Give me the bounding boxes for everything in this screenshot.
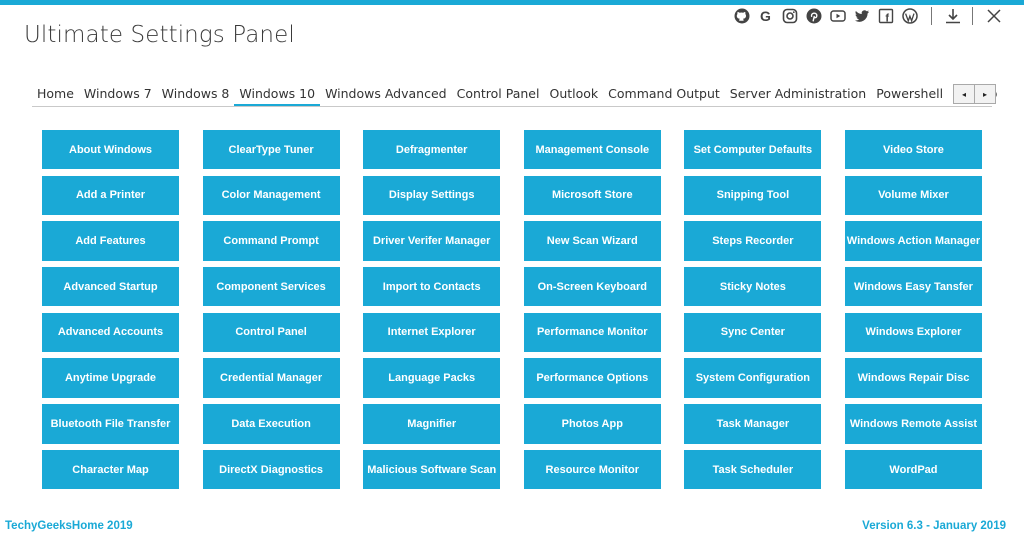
footer-version: Version 6.3 - January 2019 bbox=[862, 520, 1006, 532]
task-manager-button[interactable]: Task Manager bbox=[684, 404, 822, 444]
windows-action-manager-button[interactable]: Windows Action Manager bbox=[844, 221, 982, 261]
component-services-button[interactable]: Component Services bbox=[202, 267, 340, 307]
import-to-contacts-button[interactable]: Import to Contacts bbox=[363, 267, 501, 307]
settings-button-grid: About Windows ClearType Tuner Defragmenter… bbox=[42, 130, 982, 490]
footer-brand: TechyGeeksHome 2019 bbox=[5, 520, 133, 532]
new-scan-wizard-button[interactable]: New Scan Wizard bbox=[523, 221, 661, 261]
tab-scroll-right-button[interactable]: ▸ bbox=[974, 84, 996, 104]
credential-manager-button[interactable]: Credential Manager bbox=[202, 358, 340, 398]
microsoft-store-button[interactable]: Microsoft Store bbox=[523, 175, 661, 216]
toolbar-divider bbox=[972, 7, 973, 25]
language-packs-button[interactable]: Language Packs bbox=[363, 358, 501, 398]
tab-underline-divider bbox=[32, 106, 992, 107]
display-settings-button[interactable]: Display Settings bbox=[363, 175, 501, 216]
app-title: Ultimate Settings Panel bbox=[24, 22, 295, 48]
tab-server-administration[interactable]: Server Administration bbox=[725, 86, 871, 106]
control-panel-button[interactable]: Control Panel bbox=[202, 312, 340, 353]
driver-verifer-manager-button[interactable]: Driver Verifer Manager bbox=[363, 221, 501, 261]
bluetooth-file-transfer-button[interactable]: Bluetooth File Transfer bbox=[42, 404, 179, 444]
data-execution-button[interactable]: Data Execution bbox=[202, 404, 340, 444]
performance-options-button[interactable]: Performance Options bbox=[523, 358, 661, 398]
windows-remote-assist-button[interactable]: Windows Remote Assist bbox=[844, 404, 982, 444]
social-links-bar: G f bbox=[733, 6, 1013, 26]
tab-command-output[interactable]: Command Output bbox=[603, 86, 725, 106]
svg-text:f: f bbox=[885, 13, 889, 25]
download-icon[interactable] bbox=[942, 6, 964, 26]
instagram-icon[interactable] bbox=[781, 8, 798, 25]
accent-top-bar bbox=[0, 0, 1024, 5]
performance-monitor-button[interactable]: Performance Monitor bbox=[523, 312, 661, 353]
tab-windows-8[interactable]: Windows 8 bbox=[157, 86, 235, 106]
windows-easy-tansfer-button[interactable]: Windows Easy Tansfer bbox=[844, 267, 982, 307]
twitter-icon[interactable] bbox=[853, 8, 870, 25]
tab-windows-7[interactable]: Windows 7 bbox=[79, 86, 157, 106]
wordpress-icon[interactable] bbox=[901, 8, 918, 25]
advanced-accounts-button[interactable]: Advanced Accounts bbox=[42, 312, 179, 353]
photos-app-button[interactable]: Photos App bbox=[523, 404, 661, 444]
management-console-button[interactable]: Management Console bbox=[523, 130, 661, 170]
tab-strip: Home Windows 7 Windows 8 Windows 10 Windows … bbox=[32, 82, 998, 106]
close-icon[interactable] bbox=[983, 6, 1005, 26]
youtube-icon[interactable] bbox=[829, 8, 846, 25]
windows-explorer-button[interactable]: Windows Explorer bbox=[844, 312, 982, 353]
sync-center-button[interactable]: Sync Center bbox=[684, 312, 822, 353]
defragmenter-button[interactable]: Defragmenter bbox=[363, 130, 501, 170]
tab-powershell[interactable]: Powershell bbox=[871, 86, 948, 106]
internet-explorer-button[interactable]: Internet Explorer bbox=[363, 312, 501, 353]
tab-control-panel[interactable]: Control Panel bbox=[452, 86, 545, 106]
tab-outlook[interactable]: Outlook bbox=[544, 86, 603, 106]
anytime-upgrade-button[interactable]: Anytime Upgrade bbox=[42, 358, 179, 398]
windows-repair-disc-button[interactable]: Windows Repair Disc bbox=[844, 358, 982, 398]
cleartype-tuner-button[interactable]: ClearType Tuner bbox=[202, 130, 340, 170]
set-computer-defaults-button[interactable]: Set Computer Defaults bbox=[684, 130, 822, 170]
add-a-printer-button[interactable]: Add a Printer bbox=[42, 175, 179, 216]
pinterest-icon[interactable] bbox=[805, 8, 822, 25]
google-icon[interactable]: G bbox=[757, 8, 774, 25]
facebook-icon[interactable]: f bbox=[877, 8, 894, 25]
resource-monitor-button[interactable]: Resource Monitor bbox=[523, 449, 661, 490]
command-prompt-button[interactable]: Command Prompt bbox=[202, 221, 340, 261]
magnifier-button[interactable]: Magnifier bbox=[363, 404, 501, 444]
malicious-software-scan-button[interactable]: Malicious Software Scan bbox=[363, 449, 501, 490]
github-icon[interactable] bbox=[733, 8, 750, 25]
on-screen-keyboard-button[interactable]: On-Screen Keyboard bbox=[523, 267, 661, 307]
snipping-tool-button[interactable]: Snipping Tool bbox=[684, 175, 822, 216]
tab-scroll-controls: ◂ ▸ bbox=[953, 84, 996, 104]
tab-home[interactable]: Home bbox=[32, 86, 79, 106]
tab-windows-advanced[interactable]: Windows Advanced bbox=[320, 86, 452, 106]
tab-windows-10[interactable]: Windows 10 bbox=[234, 86, 321, 106]
directx-diagnostics-button[interactable]: DirectX Diagnostics bbox=[202, 449, 340, 490]
system-configuration-button[interactable]: System Configuration bbox=[684, 358, 822, 398]
color-management-button[interactable]: Color Management bbox=[202, 175, 340, 216]
add-features-button[interactable]: Add Features bbox=[42, 221, 179, 261]
advanced-startup-button[interactable]: Advanced Startup bbox=[42, 267, 179, 307]
character-map-button[interactable]: Character Map bbox=[42, 449, 179, 490]
video-store-button[interactable]: Video Store bbox=[844, 130, 982, 170]
sticky-notes-button[interactable]: Sticky Notes bbox=[684, 267, 822, 307]
tab-scroll-left-button[interactable]: ◂ bbox=[953, 84, 975, 104]
toolbar-divider bbox=[931, 7, 932, 25]
wordpad-button[interactable]: WordPad bbox=[844, 449, 982, 490]
about-windows-button[interactable]: About Windows bbox=[42, 130, 179, 170]
volume-mixer-button[interactable]: Volume Mixer bbox=[844, 175, 982, 216]
steps-recorder-button[interactable]: Steps Recorder bbox=[684, 221, 822, 261]
task-scheduler-button[interactable]: Task Scheduler bbox=[684, 449, 822, 490]
